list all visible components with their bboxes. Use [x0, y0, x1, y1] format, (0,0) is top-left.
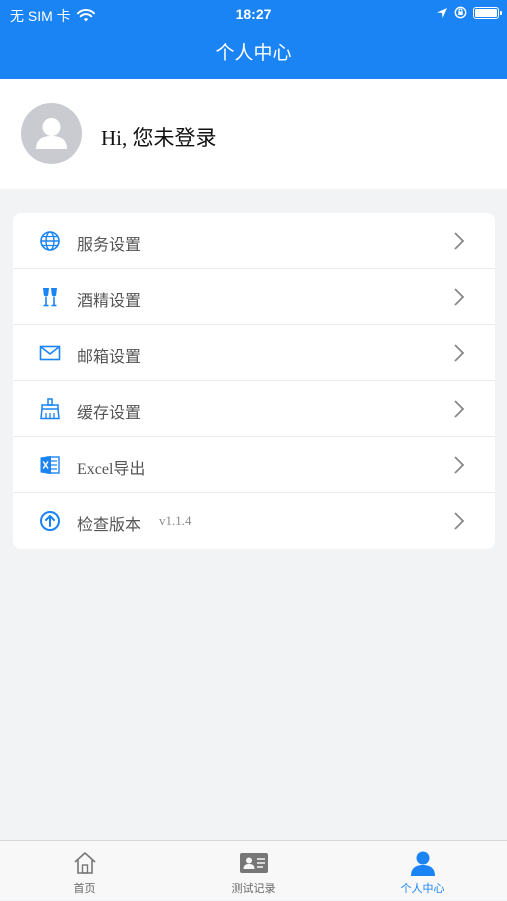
clock: 18:27 — [235, 6, 272, 22]
battery-icon — [473, 6, 502, 19]
profile-card[interactable]: Hi, 您未登录 — [0, 79, 507, 189]
person-icon — [410, 851, 435, 876]
upload-circle-icon — [40, 511, 60, 531]
menu-item-label: 检查版本 — [77, 517, 142, 534]
menu-item-alcohol-settings[interactable]: 酒精设置 — [13, 269, 495, 325]
excel-icon — [40, 456, 60, 474]
user-avatar-icon — [36, 118, 67, 149]
version-label: v1.1.4 — [159, 513, 192, 528]
chevron-right-icon — [454, 288, 465, 306]
menu-item-label: 缓存设置 — [77, 405, 142, 422]
header: 无 SIM 卡 18:27 个人中心 — [0, 0, 507, 79]
tab-personal-center[interactable]: 个人中心 — [338, 841, 507, 901]
menu-item-mail-settings[interactable]: 邮箱设置 — [13, 325, 495, 381]
mail-icon — [39, 345, 61, 361]
home-icon — [73, 852, 96, 874]
status-bar: 无 SIM 卡 18:27 — [0, 0, 507, 28]
login-greeting[interactable]: Hi, 您未登录 — [101, 122, 217, 152]
menu-item-service-settings[interactable]: 服务设置 — [13, 213, 495, 269]
chevron-right-icon — [454, 232, 465, 250]
orientation-lock-icon — [454, 6, 467, 19]
menu-item-excel-export[interactable]: Excel导出 — [13, 437, 495, 493]
page-title: 个人中心 — [215, 43, 292, 64]
tab-home[interactable]: 首页 — [0, 841, 169, 901]
menu-item-check-version[interactable]: 检查版本 v1.1.4 — [13, 493, 495, 549]
chevron-right-icon — [454, 456, 465, 474]
menu-item-label: 酒精设置 — [77, 293, 142, 310]
menu-item-label: 服务设置 — [77, 237, 142, 254]
globe-icon — [40, 231, 60, 251]
menu-item-label: 邮箱设置 — [77, 349, 142, 366]
broom-icon — [40, 398, 60, 420]
tab-label: 首页 — [73, 883, 96, 895]
menu-item-cache-settings[interactable]: 缓存设置 — [13, 381, 495, 437]
tab-bar: 首页 测试记录 个人中心 — [0, 840, 507, 900]
chevron-right-icon — [454, 512, 465, 530]
settings-menu: 服务设置 酒精设置 邮箱设置 缓存设置 Excel导出 检查版本 v1.1.4 — [13, 213, 495, 549]
chevron-right-icon — [454, 400, 465, 418]
tab-test-records[interactable]: 测试记录 — [169, 841, 338, 901]
tab-label: 个人中心 — [400, 883, 445, 895]
chevron-right-icon — [454, 344, 465, 362]
wine-glass-icon — [43, 288, 57, 307]
avatar[interactable] — [21, 103, 82, 164]
location-arrow-icon — [437, 7, 447, 18]
id-card-icon — [239, 853, 268, 873]
menu-item-label: Excel导出 — [77, 461, 146, 478]
tab-label: 测试记录 — [231, 883, 276, 895]
